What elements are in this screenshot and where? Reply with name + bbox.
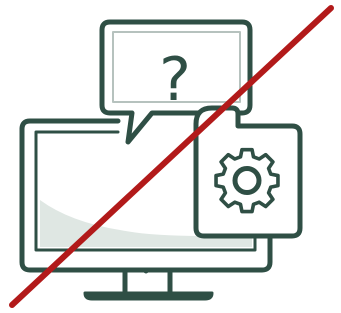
question-mark-icon: ? [159, 45, 191, 115]
monitor-power-dot [143, 268, 149, 274]
monitor-neck [122, 269, 173, 295]
no-support-illustration: ? [0, 0, 341, 313]
gear-icon [214, 147, 280, 214]
monitor-base [83, 291, 214, 301]
illustration-canvas: ? [9, 5, 334, 308]
